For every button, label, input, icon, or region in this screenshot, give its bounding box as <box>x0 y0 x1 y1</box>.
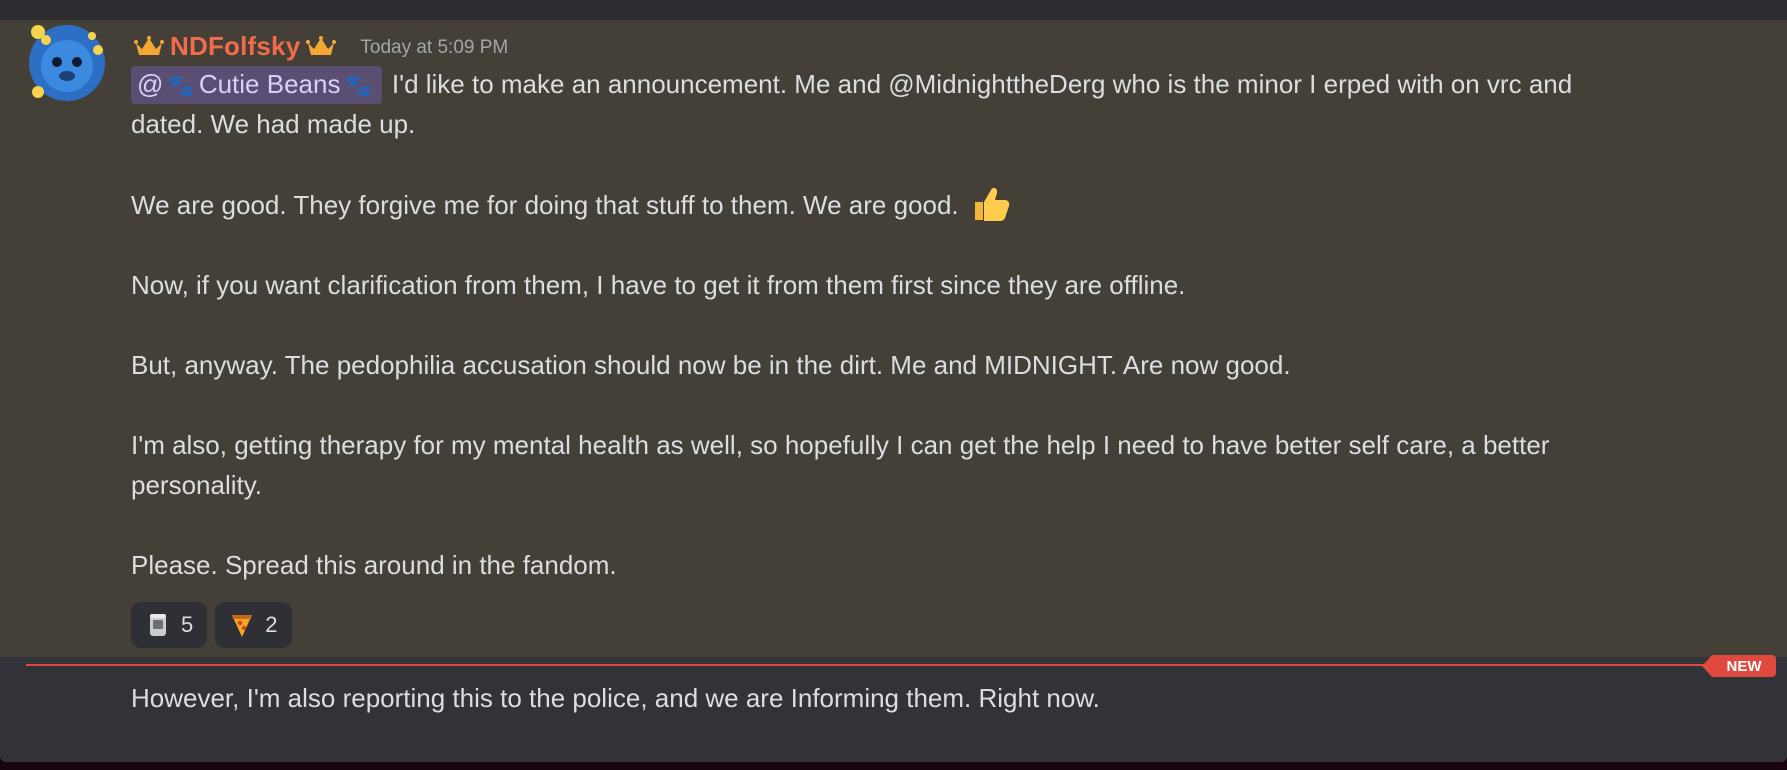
reaction-cup[interactable]: 5 <box>131 602 208 648</box>
pizza-icon <box>232 615 253 637</box>
paw-icon: 🐾 <box>167 73 195 98</box>
mention-at: @ <box>137 69 164 99</box>
message-line: dated. We had made up. <box>131 109 416 139</box>
message-line: personality. <box>131 470 263 500</box>
message-line: We are good. They forgive me for doing t… <box>131 184 1731 225</box>
paw-icon: 🐾 <box>344 73 372 98</box>
message-text: We are good. They forgive me for doing t… <box>131 190 959 220</box>
reactions-bar: 5 2 <box>131 602 292 648</box>
message-line: I'm also, getting therapy for my mental … <box>131 430 1550 460</box>
reaction-count: 5 <box>181 612 194 637</box>
message-timestamp[interactable]: Today at 5:09 PM <box>360 37 508 59</box>
crown-icon <box>134 36 164 55</box>
username[interactable]: NDFolfsky <box>170 31 300 62</box>
message-content: @ 🐾 Cutie Beans 🐾 I'd like to make an announ… <box>131 64 1731 585</box>
thumbs-up-icon <box>974 187 1009 221</box>
reaction-pizza[interactable]: 2 <box>215 602 292 648</box>
message-line: Now, if you want clarification from them… <box>131 270 1186 300</box>
followup-message: However, I'm also reporting this to the … <box>131 683 1100 713</box>
screenshot-frame: NDFolfsky Today at 5:09 PM @ 🐾 Cutie Beans… <box>0 0 1787 770</box>
message-line: Please. Spread this around in the fandom… <box>131 550 617 580</box>
message-header: NDFolfsky Today at 5:09 PM <box>134 28 508 64</box>
new-messages-divider <box>26 664 1716 666</box>
cup-icon <box>150 614 166 636</box>
message-text: I'd like to make an announcement. Me and… <box>391 69 1573 99</box>
crown-icon <box>306 36 337 55</box>
mention-name: Cutie Beans <box>198 69 341 99</box>
new-badge: NEW <box>1702 655 1776 677</box>
user-avatar[interactable] <box>26 22 108 104</box>
reaction-count: 2 <box>265 612 278 637</box>
message-line: @ 🐾 Cutie Beans 🐾 I'd like to make an announ… <box>131 64 1731 104</box>
role-mention[interactable]: @ 🐾 Cutie Beans 🐾 <box>131 66 382 104</box>
channel-top-strip <box>0 0 1787 20</box>
message-line: But, anyway. The pedophilia accusation s… <box>131 350 1291 380</box>
